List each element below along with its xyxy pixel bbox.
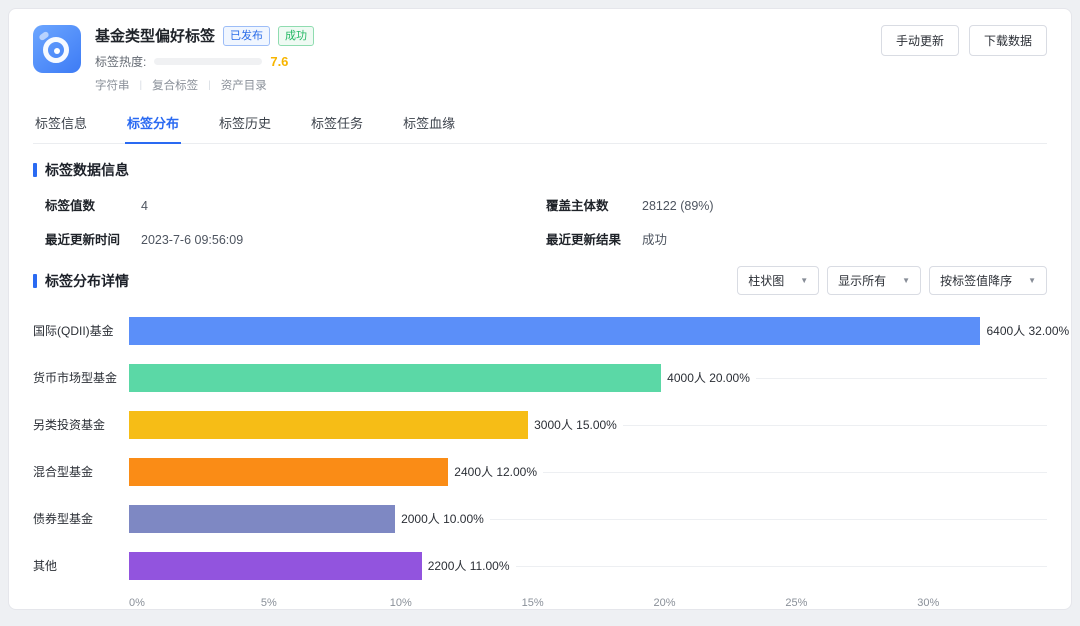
bar-track: 4000人 20.00%: [129, 364, 1047, 392]
bar: [129, 317, 980, 345]
x-axis-tick: 15%: [522, 597, 544, 609]
chart-row: 其他 2200人 11.00%: [33, 542, 1047, 589]
bar: [129, 411, 528, 439]
bar-value-label: 3000人 15.00%: [528, 416, 623, 433]
heat-value: 7.6: [270, 54, 288, 69]
chevron-down-icon: ▼: [1028, 276, 1036, 285]
section-title-text: 标签数据信息: [45, 160, 129, 180]
chart-row: 国际(QDII)基金6400人 32.00%: [33, 307, 1047, 354]
display-filter-select[interactable]: 显示所有 ▼: [827, 266, 921, 295]
divider: |: [140, 80, 143, 91]
tab-tag-tasks[interactable]: 标签任务: [309, 103, 365, 143]
header-actions: 手动更新 下载数据: [881, 25, 1047, 56]
bar-category-label: 混合型基金: [33, 463, 129, 480]
heat-progress-bar: [154, 58, 262, 65]
bar-value-label: 2000人 10.00%: [395, 510, 490, 527]
tag-detail-card: 基金类型偏好标签 已发布 成功 标签热度: 7.6 字符串 | 复合标签 | 资…: [8, 8, 1072, 610]
chevron-down-icon: ▼: [902, 276, 910, 285]
bar-track: 2400人 12.00%: [129, 458, 1047, 486]
field-label: 最近更新时间: [45, 229, 141, 248]
chart-row: 另类投资基金 3000人 15.00%: [33, 401, 1047, 448]
bar-track: 2000人 10.00%: [129, 505, 1047, 533]
field-tag-value-count: 标签值数 4: [45, 195, 546, 214]
download-data-button[interactable]: 下载数据: [969, 25, 1047, 56]
meta-catalog: 资产目录: [221, 77, 267, 93]
field-value: 4: [141, 199, 148, 213]
heat-label: 标签热度:: [95, 53, 146, 70]
field-value: 2023-7-6 09:56:09: [141, 233, 243, 247]
chart-controls: 柱状图 ▼ 显示所有 ▼ 按标签值降序 ▼: [737, 266, 1047, 295]
bar-track: 3000人 15.00%: [129, 411, 1047, 439]
field-last-update-time: 最近更新时间 2023-7-6 09:56:09: [45, 229, 546, 248]
section-accent-bar: [33, 163, 37, 177]
tabs: 标签信息 标签分布 标签历史 标签任务 标签血缘: [33, 103, 1047, 144]
tab-tag-info[interactable]: 标签信息: [33, 103, 89, 143]
bar-value-label: 2400人 12.00%: [448, 463, 543, 480]
x-axis: 0%5%10%15%20%25%30%: [137, 597, 1047, 610]
bar-track: 2200人 11.00%: [129, 552, 1047, 580]
chart-row: 货币市场型基金 4000人 20.00%: [33, 354, 1047, 401]
tag-data-info-section: 标签数据信息 标签值数 4 覆盖主体数 28122 (89%) 最近更新时间 2…: [33, 160, 1047, 248]
bar: [129, 458, 448, 486]
tab-tag-history[interactable]: 标签历史: [217, 103, 273, 143]
tab-tag-distribution[interactable]: 标签分布: [125, 103, 181, 144]
x-axis-tick: 30%: [917, 597, 939, 609]
field-value: 28122 (89%): [642, 199, 714, 213]
distribution-bar-chart: 国际(QDII)基金6400人 32.00% 货币市场型基金 4000人 20.00…: [33, 307, 1047, 610]
bar-value-label: 6400人 32.00%: [980, 322, 1072, 339]
sort-order-select[interactable]: 按标签值降序 ▼: [929, 266, 1047, 295]
meta-row: 字符串 | 复合标签 | 资产目录: [95, 77, 867, 93]
field-label: 最近更新结果: [546, 229, 642, 248]
page-title: 基金类型偏好标签: [95, 25, 215, 46]
bar-value-label: 4000人 20.00%: [661, 369, 756, 386]
bar-category-label: 其他: [33, 557, 129, 574]
chart-row: 混合型基金 2400人 12.00%: [33, 448, 1047, 495]
meta-tag-kind: 复合标签: [152, 77, 198, 93]
field-label: 覆盖主体数: [546, 195, 642, 214]
x-axis-tick: 25%: [785, 597, 807, 609]
success-status-badge: 成功: [278, 26, 314, 46]
select-value: 柱状图: [748, 272, 784, 289]
bar-track: 6400人 32.00%: [129, 317, 1047, 345]
info-grid: 标签值数 4 覆盖主体数 28122 (89%) 最近更新时间 2023-7-6…: [33, 195, 1047, 248]
section-accent-bar: [33, 274, 37, 288]
header: 基金类型偏好标签 已发布 成功 标签热度: 7.6 字符串 | 复合标签 | 资…: [33, 25, 1047, 93]
chart-type-select[interactable]: 柱状图 ▼: [737, 266, 819, 295]
bar-category-label: 另类投资基金: [33, 416, 129, 433]
x-axis-tick: 10%: [390, 597, 412, 609]
bar: [129, 552, 422, 580]
chart-rows: 国际(QDII)基金6400人 32.00% 货币市场型基金 4000人 20.00…: [33, 307, 1047, 589]
section-title-text: 标签分布详情: [45, 271, 129, 291]
field-label: 标签值数: [45, 195, 141, 214]
x-axis-tick: 0%: [129, 597, 145, 609]
select-value: 按标签值降序: [940, 272, 1012, 289]
distribution-header: 标签分布详情 柱状图 ▼ 显示所有 ▼ 按标签值降序 ▼: [33, 266, 1047, 295]
header-main: 基金类型偏好标签 已发布 成功 标签热度: 7.6 字符串 | 复合标签 | 资…: [95, 25, 867, 93]
select-value: 显示所有: [838, 272, 886, 289]
field-covered-entities: 覆盖主体数 28122 (89%): [546, 195, 1047, 214]
meta-data-type: 字符串: [95, 77, 130, 93]
chart-row: 债券型基金 2000人 10.00%: [33, 495, 1047, 542]
field-last-update-result: 最近更新结果 成功: [546, 229, 1047, 248]
title-row: 基金类型偏好标签 已发布 成功: [95, 25, 867, 46]
bar-category-label: 债券型基金: [33, 510, 129, 527]
manual-update-button[interactable]: 手动更新: [881, 25, 959, 56]
bar-value-label: 2200人 11.00%: [422, 557, 516, 574]
bar: [129, 505, 395, 533]
section-title-data-info: 标签数据信息: [33, 160, 1047, 180]
bar: [129, 364, 661, 392]
tag-disc-icon: [33, 25, 81, 73]
tab-tag-lineage[interactable]: 标签血缘: [401, 103, 457, 143]
x-axis-tick: 5%: [261, 597, 277, 609]
field-value: 成功: [642, 229, 667, 248]
heat-row: 标签热度: 7.6: [95, 53, 867, 70]
x-axis-tick: 20%: [654, 597, 676, 609]
bar-category-label: 国际(QDII)基金: [33, 322, 129, 339]
bar-category-label: 货币市场型基金: [33, 369, 129, 386]
section-title-distribution: 标签分布详情: [33, 271, 129, 291]
divider: |: [208, 80, 211, 91]
chevron-down-icon: ▼: [800, 276, 808, 285]
published-status-badge: 已发布: [223, 26, 270, 46]
